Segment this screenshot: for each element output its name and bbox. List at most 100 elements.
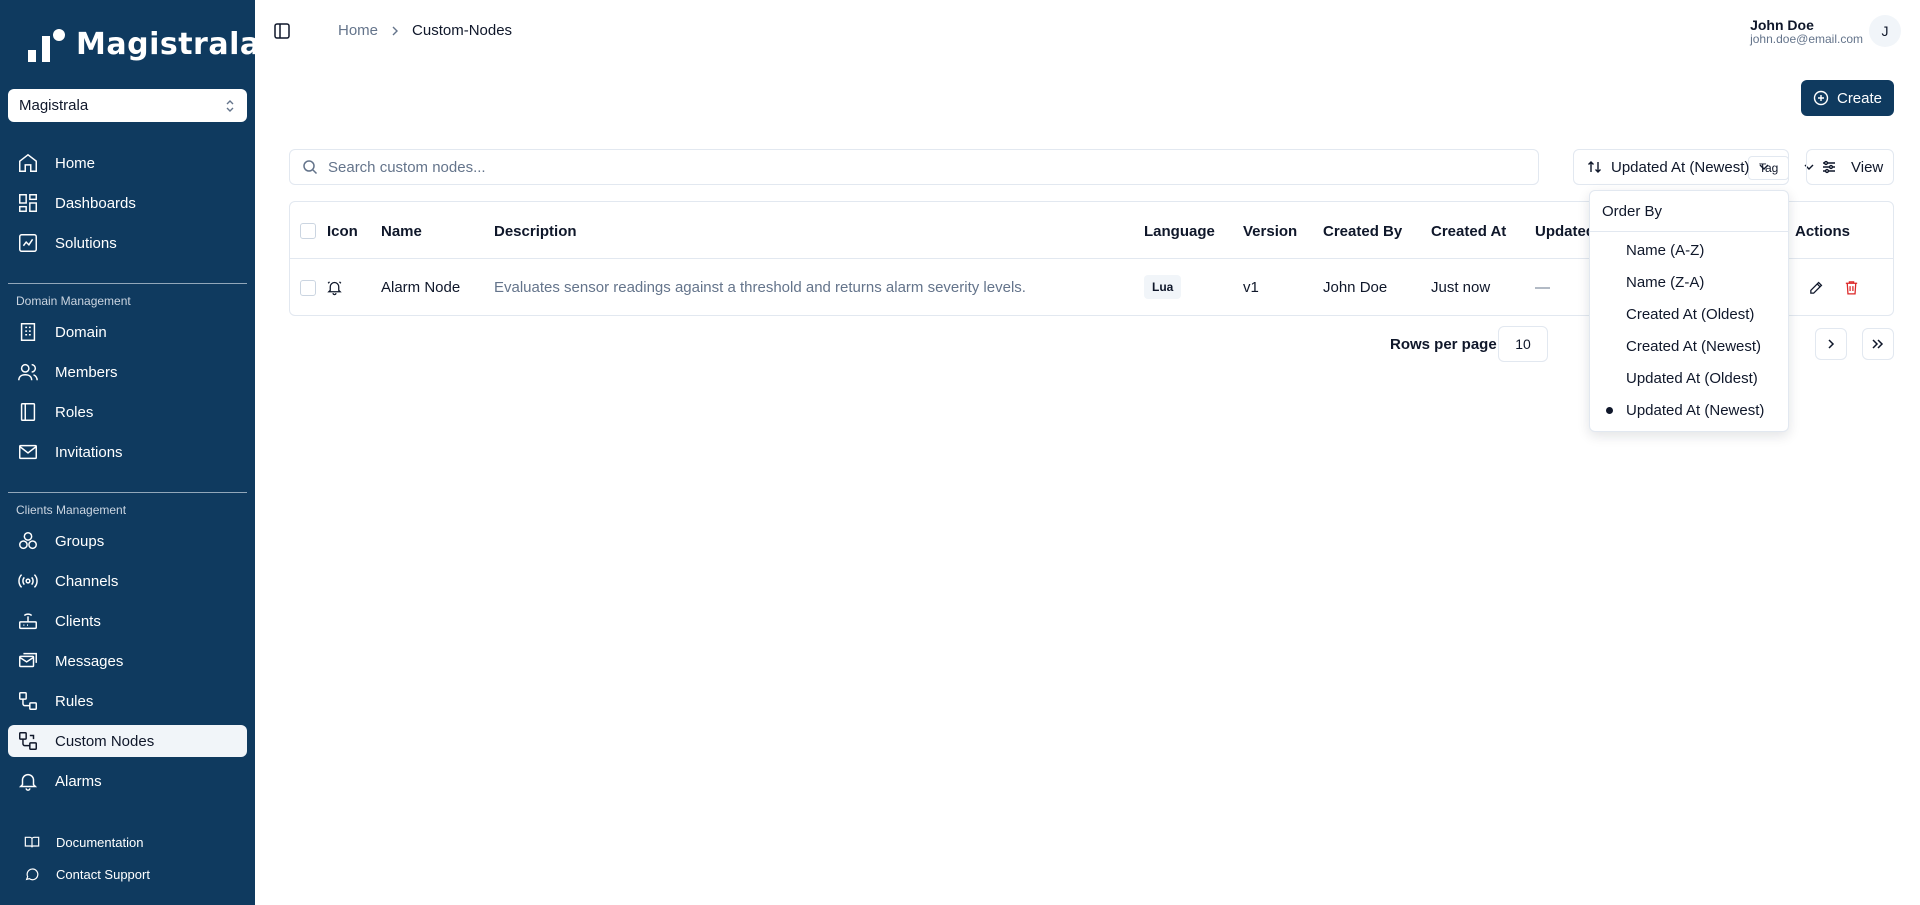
sort-option-updated-oldest[interactable]: Updated At (Oldest) [1626, 370, 1758, 387]
header-name[interactable]: Name [381, 223, 422, 240]
sidebar-item-groups[interactable]: Groups [8, 525, 247, 557]
sidebar-item-label: Groups [55, 532, 105, 550]
sidebar-toggle-icon[interactable] [273, 22, 291, 40]
chart-icon [19, 234, 37, 252]
sidebar-item-label: Rules [55, 692, 94, 710]
rows-per-page-select[interactable]: 10 [1498, 326, 1548, 362]
sidebar-item-custom-nodes[interactable]: Custom Nodes [8, 725, 247, 757]
select-all-checkbox[interactable] [300, 223, 316, 239]
magistrala-logo-icon [28, 28, 65, 62]
row-created-at: Just now [1431, 279, 1491, 296]
sidebar-item-label: Invitations [55, 443, 123, 461]
search-icon [303, 160, 318, 175]
footer-link-label: Documentation [56, 834, 144, 850]
user-email: john.doe@email.com [1750, 32, 1863, 46]
header-language: Language [1144, 223, 1215, 240]
row-description: Evaluates sensor readings against a thre… [494, 279, 1026, 296]
user-info[interactable]: John Doe john.doe@email.com [1750, 17, 1863, 46]
row-checkbox[interactable] [300, 280, 316, 296]
sidebar-item-alarms[interactable]: Alarms [8, 765, 247, 797]
sliders-icon [1823, 160, 1835, 174]
sort-arrows-icon [1588, 161, 1601, 173]
breadcrumb-current: Custom-Nodes [412, 22, 513, 39]
sort-option-name-desc[interactable]: Name (Z-A) [1626, 274, 1704, 291]
sidebar-item-label: Home [55, 154, 96, 172]
header-version: Version [1243, 223, 1298, 240]
sidebar-documentation-link[interactable]: Documentation [24, 834, 143, 850]
section-label-domain: Domain Management [16, 294, 131, 308]
sidebar-divider [8, 283, 247, 284]
next-page-button[interactable] [1815, 328, 1847, 360]
sidebar-divider [8, 492, 247, 493]
sidebar-item-label: Domain [55, 323, 107, 341]
sidebar-item-label: Alarms [55, 772, 102, 790]
header-description: Description [494, 223, 577, 240]
sort-option-updated-newest[interactable]: Updated At (Newest) [1626, 402, 1764, 419]
sidebar-item-rules[interactable]: Rules [8, 685, 247, 717]
router-icon [19, 613, 37, 630]
header-actions: Actions [1795, 223, 1851, 240]
sort-dropdown-menu: Order By Name (A-Z) Name (Z-A) Created A… [1589, 190, 1789, 432]
sort-option-created-newest[interactable]: Created At (Newest) [1626, 338, 1761, 355]
plus-circle-icon [1813, 90, 1829, 106]
sidebar-item-label: Clients [55, 612, 101, 630]
sort-option-created-oldest[interactable]: Created At (Oldest) [1626, 306, 1754, 323]
sidebar-item-members[interactable]: Members [8, 356, 247, 388]
sidebar-item-label: Custom Nodes [55, 732, 155, 750]
sidebar-item-channels[interactable]: Channels [8, 565, 247, 597]
search-input[interactable] [328, 158, 1328, 176]
header-updated[interactable]: Updated [1535, 223, 1595, 240]
sidebar: Magistrala Magistrala Home Dashboards So… [0, 0, 260, 905]
trash-icon[interactable] [1843, 279, 1860, 296]
sidebar-item-solutions[interactable]: Solutions [8, 227, 247, 259]
dropdown-label: Order By [1602, 203, 1663, 220]
groups-icon [19, 532, 37, 550]
chevron-right-icon [392, 26, 399, 35]
language-badge: Lua [1144, 275, 1182, 299]
domain-select[interactable]: Magistrala [8, 89, 247, 122]
workflow-icon [19, 692, 37, 710]
messages-icon [19, 652, 37, 668]
sidebar-item-label: Messages [55, 652, 124, 670]
radio-icon [18, 574, 38, 588]
sidebar-item-domain[interactable]: Domain [8, 316, 247, 348]
sort-option-name-asc[interactable]: Name (A-Z) [1626, 242, 1704, 259]
header-created-by: Created By [1323, 223, 1403, 240]
chevron-right-icon [1828, 339, 1835, 349]
book-open-icon [24, 836, 40, 848]
sidebar-item-label: Members [55, 363, 118, 381]
section-label-clients: Clients Management [16, 503, 127, 517]
create-button[interactable]: Create [1801, 80, 1894, 116]
dashboard-icon [19, 194, 37, 212]
sidebar-item-invitations[interactable]: Invitations [8, 436, 247, 468]
header-created-at[interactable]: Created At [1431, 223, 1506, 240]
chevrons-up-down-icon [226, 99, 234, 112]
rows-per-page-label: Rows per page [1390, 336, 1497, 353]
footer-link-label: Contact Support [56, 866, 150, 882]
breadcrumb-home[interactable]: Home [338, 22, 378, 39]
selected-indicator-icon [1606, 407, 1613, 414]
brand-logo[interactable]: Magistrala [26, 27, 261, 62]
view-button[interactable]: View [1806, 149, 1894, 185]
search-box: Tag [289, 149, 1814, 185]
chat-icon [25, 868, 39, 881]
building-icon [20, 323, 36, 341]
custom-nodes-icon [19, 732, 37, 750]
sidebar-item-home[interactable]: Home [8, 147, 247, 179]
edit-icon[interactable] [1808, 279, 1825, 296]
create-button-label: Create [1836, 89, 1883, 107]
sidebar-item-clients[interactable]: Clients [8, 605, 247, 637]
sidebar-item-label: Dashboards [55, 194, 136, 212]
last-page-button[interactable] [1862, 328, 1894, 360]
users-icon [18, 363, 38, 381]
row-name[interactable]: Alarm Node [381, 279, 460, 296]
avatar[interactable]: J [1869, 15, 1901, 47]
sidebar-item-messages[interactable]: Messages [8, 645, 247, 677]
sidebar-item-roles[interactable]: Roles [8, 396, 247, 428]
sidebar-item-dashboards[interactable]: Dashboards [8, 187, 247, 219]
row-updated: — [1535, 279, 1550, 296]
book-icon [20, 403, 36, 421]
sidebar-contact-support-link[interactable]: Contact Support [24, 866, 150, 882]
sort-button[interactable]: Updated At (Newest) [1573, 149, 1789, 185]
chevrons-right-icon [1872, 339, 1884, 349]
